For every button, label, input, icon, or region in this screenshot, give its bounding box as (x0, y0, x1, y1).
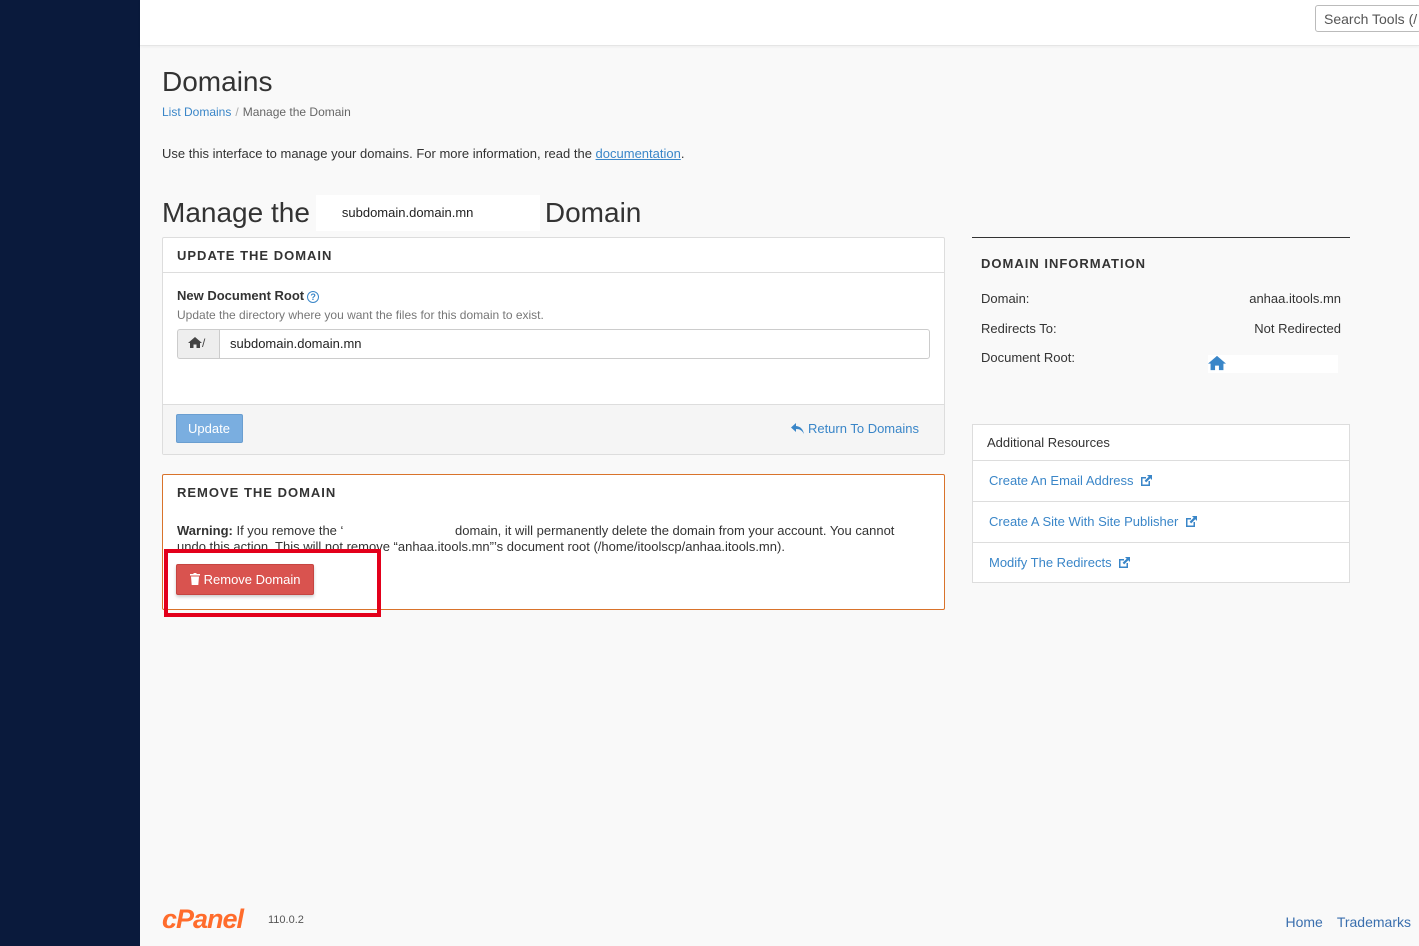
search-tools-input[interactable]: Search Tools (/ (1315, 5, 1419, 32)
return-to-domains-label: Return To Domains (807, 421, 919, 436)
document-root-help: Update the directory where you want the … (177, 308, 544, 322)
resource-label: Create A Site With Site Publisher (989, 514, 1179, 529)
documentation-link[interactable]: documentation (596, 146, 681, 161)
update-domain-heading: UPDATE THE DOMAIN (163, 238, 944, 273)
manage-heading-prefix: Manage the (162, 197, 310, 228)
resource-create-email[interactable]: Create An Email Address (973, 461, 1349, 502)
domain-information: DOMAIN INFORMATION Domain: anhaa.itools.… (972, 237, 1350, 387)
intro-text-end: . (680, 146, 685, 161)
document-root-label: New Document Root? (177, 288, 320, 303)
warning-label: Warning: (177, 523, 233, 538)
footer-home-link[interactable]: Home (1285, 914, 1322, 930)
update-domain-panel: UPDATE THE DOMAIN New Document Root? Upd… (162, 237, 945, 455)
domain-value: anhaa.itools.mn (1249, 291, 1341, 306)
trash-icon (190, 573, 200, 585)
remove-domain-label: Remove Domain (203, 572, 301, 587)
top-bar: Search Tools (/ (140, 0, 1419, 46)
document-root-input[interactable]: subdomain.domain.mn (219, 329, 930, 359)
home-icon (188, 337, 202, 348)
document-root-info-label: Document Root: (981, 350, 1075, 365)
resource-label: Create An Email Address (989, 473, 1134, 488)
domain-information-heading: DOMAIN INFORMATION (981, 256, 1147, 271)
redirects-value: Not Redirected (1254, 321, 1341, 336)
resource-site-publisher[interactable]: Create A Site With Site Publisher (973, 502, 1349, 543)
document-root-label-text: New Document Root (177, 288, 305, 303)
breadcrumb-separator: / (235, 105, 239, 119)
breadcrumb-list-domains-link[interactable]: List Domains (162, 105, 231, 119)
external-link-icon (1141, 475, 1153, 486)
breadcrumb: List Domains / Manage the Domain (162, 105, 351, 119)
info-row-domain: Domain: anhaa.itools.mn (981, 291, 1341, 306)
sidebar (0, 0, 140, 946)
addon-slash: / (202, 336, 206, 350)
warning-pre: If you remove the ‘ (236, 523, 344, 538)
breadcrumb-current: Manage the Domain (242, 105, 351, 119)
update-button[interactable]: Update (176, 414, 243, 443)
footer-trademarks-link[interactable]: Trademarks (1337, 914, 1411, 930)
document-root-input-group: / subdomain.domain.mn (177, 329, 930, 359)
domain-label: Domain: (981, 291, 1030, 306)
document-root-addon: / (177, 329, 219, 359)
additional-resources-heading: Additional Resources (973, 425, 1349, 461)
external-link-icon (1185, 516, 1197, 527)
intro-text: Use this interface to manage your domain… (162, 146, 684, 161)
footer-links: Home Trademarks (1271, 914, 1411, 930)
manage-heading: Manage the subdomain.domain.mn Domain (162, 195, 641, 231)
cpanel-logo[interactable]: cPanel (162, 904, 244, 935)
redirects-label: Redirects To: (981, 321, 1057, 336)
page-title: Domains (162, 66, 273, 97)
remove-warning: Warning: If you remove the ‘ domain, it … (177, 523, 922, 555)
resource-modify-redirects[interactable]: Modify The Redirects (973, 543, 1349, 584)
remove-domain-heading: REMOVE THE DOMAIN (177, 485, 337, 500)
update-panel-footer: Update Return To Domains (163, 404, 944, 454)
remove-domain-button[interactable]: Remove Domain (176, 564, 314, 595)
remove-domain-panel: REMOVE THE DOMAIN Warning: If you remove… (162, 474, 945, 610)
manage-heading-suffix: Domain (544, 197, 642, 228)
additional-resources: Additional Resources Create An Email Add… (972, 424, 1350, 583)
home-icon[interactable] (1208, 355, 1226, 371)
return-to-domains-link[interactable]: Return To Domains (791, 421, 919, 436)
redacted-domain (343, 525, 452, 538)
resource-label: Modify The Redirects (989, 555, 1112, 570)
help-icon[interactable]: ? (307, 291, 320, 303)
document-root-value (1208, 355, 1338, 373)
manage-heading-domain: subdomain.domain.mn (315, 195, 540, 231)
info-row-redirects: Redirects To: Not Redirected (981, 321, 1341, 336)
cpanel-version: 110.0.2 (268, 914, 304, 926)
reply-icon (791, 423, 805, 434)
external-link-icon (1119, 557, 1131, 568)
intro-text-body: Use this interface to manage your domain… (162, 146, 596, 161)
